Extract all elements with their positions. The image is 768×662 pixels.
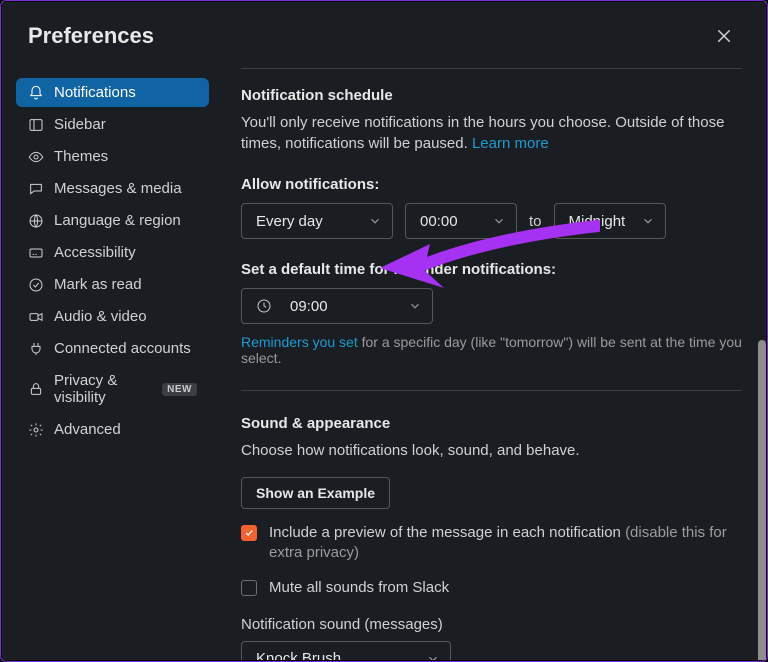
- message-sound-select[interactable]: Knock Brush: [241, 641, 451, 660]
- default-reminder-select[interactable]: 09:00: [241, 288, 433, 324]
- message-sound-value: Knock Brush: [256, 650, 341, 660]
- sidebar-item-mark-as-read[interactable]: Mark as read: [16, 270, 209, 299]
- start-time-value: 00:00: [420, 213, 458, 230]
- sidebar-item-label: Mark as read: [54, 276, 142, 293]
- panel-icon: [28, 117, 44, 133]
- sidebar-item-label: Themes: [54, 148, 108, 165]
- sidebar-item-messages-media[interactable]: Messages & media: [16, 174, 209, 203]
- preferences-sidebar: Notifications Sidebar Themes Messages & …: [2, 62, 217, 660]
- message-sound-label: Notification sound (messages): [241, 616, 742, 633]
- sidebar-item-label: Messages & media: [54, 180, 182, 197]
- bell-icon: [28, 85, 44, 101]
- globe-icon: [28, 213, 44, 229]
- sound-appearance-description: Choose how notifications look, sound, an…: [241, 440, 742, 461]
- sidebar-item-label: Language & region: [54, 212, 181, 229]
- mute-sounds-checkbox[interactable]: [241, 580, 257, 596]
- sidebar-item-label: Audio & video: [54, 308, 147, 325]
- end-time-value: Midnight: [569, 213, 626, 230]
- reminders-link[interactable]: Reminders you set: [241, 334, 358, 350]
- chevron-down-icon: [492, 214, 506, 228]
- clock-icon: [256, 298, 272, 314]
- include-preview-checkbox[interactable]: [241, 525, 257, 541]
- sidebar-item-language-region[interactable]: Language & region: [16, 206, 209, 235]
- allow-frequency-select[interactable]: Every day: [241, 203, 393, 239]
- mute-sounds-label[interactable]: Mute all sounds from Slack: [269, 578, 449, 598]
- notification-schedule-heading: Notification schedule: [241, 87, 742, 104]
- check-circle-icon: [28, 277, 44, 293]
- chevron-down-icon: [641, 214, 655, 228]
- allow-frequency-value: Every day: [256, 213, 323, 230]
- close-button[interactable]: [708, 20, 740, 52]
- page-title: Preferences: [28, 23, 154, 49]
- sidebar-item-label: Connected accounts: [54, 340, 191, 357]
- sidebar-item-connected-accounts[interactable]: Connected accounts: [16, 334, 209, 363]
- sidebar-item-sidebar[interactable]: Sidebar: [16, 110, 209, 139]
- reminders-hint: Reminders you set for a specific day (li…: [241, 334, 742, 366]
- sidebar-item-accessibility[interactable]: Accessibility: [16, 238, 209, 267]
- sidebar-item-themes[interactable]: Themes: [16, 142, 209, 171]
- sidebar-item-privacy-visibility[interactable]: Privacy & visibility NEW: [16, 366, 209, 412]
- start-time-select[interactable]: 00:00: [405, 203, 517, 239]
- notification-schedule-description: You'll only receive notifications in the…: [241, 112, 742, 154]
- sidebar-item-label: Sidebar: [54, 116, 106, 133]
- eye-icon: [28, 149, 44, 165]
- learn-more-link[interactable]: Learn more: [472, 135, 549, 152]
- sound-appearance-heading: Sound & appearance: [241, 415, 742, 432]
- chevron-down-icon: [408, 299, 422, 313]
- accessibility-icon: [28, 245, 44, 261]
- sidebar-item-notifications[interactable]: Notifications: [16, 78, 209, 107]
- to-label: to: [529, 213, 542, 230]
- chevron-down-icon: [368, 214, 382, 228]
- sidebar-item-audio-video[interactable]: Audio & video: [16, 302, 209, 331]
- sidebar-item-label: Notifications: [54, 84, 136, 101]
- sidebar-item-label: Advanced: [54, 421, 121, 438]
- sidebar-item-label: Privacy & visibility: [54, 372, 148, 406]
- preferences-content: Notification schedule You'll only receiv…: [217, 62, 766, 660]
- default-reminder-label: Set a default time for reminder notifica…: [241, 261, 742, 278]
- end-time-select[interactable]: Midnight: [554, 203, 666, 239]
- chevron-down-icon: [426, 652, 440, 660]
- chat-icon: [28, 181, 44, 197]
- video-icon: [28, 309, 44, 325]
- check-icon: [244, 528, 254, 538]
- lock-icon: [28, 381, 44, 397]
- new-badge: NEW: [162, 383, 197, 396]
- include-preview-label[interactable]: Include a preview of the message in each…: [269, 523, 739, 564]
- plug-icon: [28, 341, 44, 357]
- sidebar-item-label: Accessibility: [54, 244, 136, 261]
- show-example-button[interactable]: Show an Example: [241, 477, 390, 509]
- default-reminder-value: 09:00: [290, 298, 328, 315]
- scrollbar[interactable]: [758, 340, 766, 660]
- sidebar-item-advanced[interactable]: Advanced: [16, 415, 209, 444]
- close-icon: [715, 27, 733, 45]
- gear-icon: [28, 422, 44, 438]
- allow-notifications-label: Allow notifications:: [241, 176, 742, 193]
